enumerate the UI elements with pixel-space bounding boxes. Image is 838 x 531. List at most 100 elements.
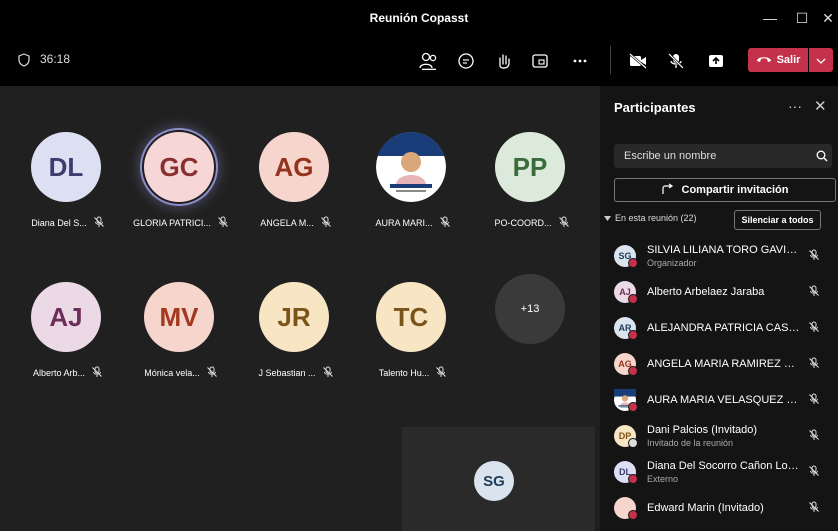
share-invite-button[interactable]: Compartir invitación (614, 178, 836, 202)
participant-tile[interactable]: PP PO-COORD... (476, 132, 584, 228)
mic-off-icon (91, 366, 103, 380)
tile-avatar: GC (144, 132, 214, 202)
mic-off-icon (808, 464, 820, 482)
tile-name-text: PO-COORD... (494, 218, 552, 228)
participant-tile[interactable]: DL Diana Del S... (12, 132, 120, 228)
tile-name: AURA MARI... (353, 216, 473, 230)
presence-dot-icon (628, 294, 638, 304)
overflow-tile[interactable]: +13 (476, 274, 584, 344)
mute-all-button[interactable]: Silenciar a todos (734, 210, 821, 230)
mic-off-icon (558, 216, 570, 230)
participants-panel: Participantes ··· ✕ Compartir invitación… (600, 86, 838, 531)
mic-off-icon (217, 216, 229, 230)
maximize-button[interactable]: ☐ (790, 6, 814, 30)
tile-avatar: PP (495, 132, 565, 202)
participant-name: ALEJANDRA PATRICIA CASTA... (647, 322, 802, 334)
mic-off-icon (322, 366, 334, 380)
tile-name: GLORIA PATRICI... (121, 216, 241, 230)
leave-button[interactable]: Salir (748, 48, 808, 72)
tile-name-text: Mónica vela... (144, 368, 200, 378)
tile-avatar: JR (259, 282, 329, 352)
toolbar-divider (610, 46, 611, 74)
tile-name: Mónica vela... (121, 366, 241, 380)
mic-off-icon (435, 366, 447, 380)
participant-tile[interactable]: JR J Sebastian ... (240, 282, 348, 378)
share-icon (661, 183, 675, 198)
participant-tile[interactable]: AURA MARI... (357, 132, 465, 228)
self-preview[interactable]: SG (402, 427, 595, 531)
mic-off-icon[interactable] (664, 50, 688, 72)
mic-off-icon (808, 248, 820, 266)
participant-avatar (614, 497, 638, 520)
panel-more-icon[interactable]: ··· (788, 98, 802, 114)
participant-row[interactable]: AURA MARIA VELASQUEZ M... (614, 386, 834, 416)
phone-hangup-icon (756, 54, 772, 66)
participant-row[interactable]: DP Dani Palcios (Invitado) Invitado de la … (614, 422, 834, 452)
share-screen-icon[interactable] (704, 50, 728, 72)
leave-options-button[interactable] (809, 48, 833, 72)
search-icon[interactable] (816, 149, 828, 167)
tile-avatar: MV (144, 282, 214, 352)
tile-avatar (376, 132, 446, 202)
tile-name: PO-COORD... (472, 216, 592, 230)
participant-row[interactable]: AR ALEJANDRA PATRICIA CASTA... (614, 314, 834, 344)
in-meeting-section-header[interactable]: En esta reunión (22) (604, 213, 697, 223)
participant-name: SILVIA LILIANA TORO GAVIRIA (647, 244, 802, 256)
participant-avatar: AR (614, 317, 638, 340)
shield-icon (18, 53, 30, 72)
participant-row[interactable]: Edward Marin (Invitado) (614, 494, 834, 524)
tile-name: Alberto Arb... (8, 366, 128, 380)
panel-close-icon[interactable]: ✕ (814, 97, 827, 115)
participant-avatar: AG (614, 353, 638, 376)
overflow-count: +13 (495, 274, 565, 344)
title-bar: Reunión Copasst — ☐ ✕ (0, 0, 838, 36)
camera-off-icon[interactable] (626, 50, 650, 72)
participant-tile[interactable]: GC GLORIA PATRICI... (125, 132, 233, 228)
tile-avatar: TC (376, 282, 446, 352)
presence-dot-icon (628, 258, 638, 268)
participant-name: ANGELA MARIA RAMIREZ GA... (647, 358, 802, 370)
presence-dot-icon (628, 366, 638, 376)
tile-name: ANGELA M... (236, 216, 356, 230)
tile-avatar: AJ (31, 282, 101, 352)
chat-icon[interactable] (454, 50, 478, 72)
participant-row[interactable]: SG SILVIA LILIANA TORO GAVIRIA Organizador (614, 242, 834, 272)
presence-dot-icon (628, 330, 638, 340)
tile-name: J Sebastian ... (236, 366, 356, 380)
presence-dot-icon (628, 402, 638, 412)
window-title: Reunión Copasst (369, 11, 469, 25)
participant-name: Alberto Arbelaez Jaraba (647, 286, 765, 298)
participant-row[interactable]: DL Diana Del Socorro Cañon Lon... Externo (614, 458, 834, 488)
share-tray-icon[interactable] (528, 50, 552, 72)
participant-role: Organizador (647, 258, 697, 268)
mic-off-icon (808, 392, 820, 410)
tile-name: Talento Hu... (353, 366, 473, 380)
participant-row[interactable]: AJ Alberto Arbelaez Jaraba (614, 278, 834, 308)
in-meeting-count: En esta reunión (22) (615, 213, 697, 223)
tile-name: Diana Del S... (8, 216, 128, 230)
mic-off-icon (320, 216, 332, 230)
mic-off-icon (93, 216, 105, 230)
participant-tile[interactable]: AJ Alberto Arb... (12, 282, 120, 378)
participant-tile[interactable]: AG ANGELA M... (240, 132, 348, 228)
participant-tile[interactable]: TC Talento Hu... (357, 282, 465, 378)
tile-name-text: J Sebastian ... (258, 368, 316, 378)
tile-avatar: AG (259, 132, 329, 202)
self-avatar: SG (474, 461, 514, 501)
participant-search-input[interactable] (614, 144, 832, 168)
raise-hand-icon[interactable] (492, 50, 516, 72)
participant-tile[interactable]: MV Mónica vela... (125, 282, 233, 378)
presence-dot-icon (628, 510, 638, 520)
participant-row[interactable]: AG ANGELA MARIA RAMIREZ GA... (614, 350, 834, 380)
caret-down-icon (604, 213, 611, 223)
chevron-down-icon (816, 51, 826, 69)
people-icon[interactable] (417, 50, 441, 72)
presence-dot-icon (628, 474, 638, 484)
minimize-button[interactable]: — (758, 6, 782, 30)
participant-name: Diana Del Socorro Cañon Lon... (647, 460, 802, 472)
participant-role: Invitado de la reunión (647, 438, 734, 448)
mic-off-icon (808, 428, 820, 446)
more-icon[interactable] (568, 50, 592, 72)
presence-dot-icon (628, 438, 638, 448)
close-window-button[interactable]: ✕ (816, 6, 838, 30)
